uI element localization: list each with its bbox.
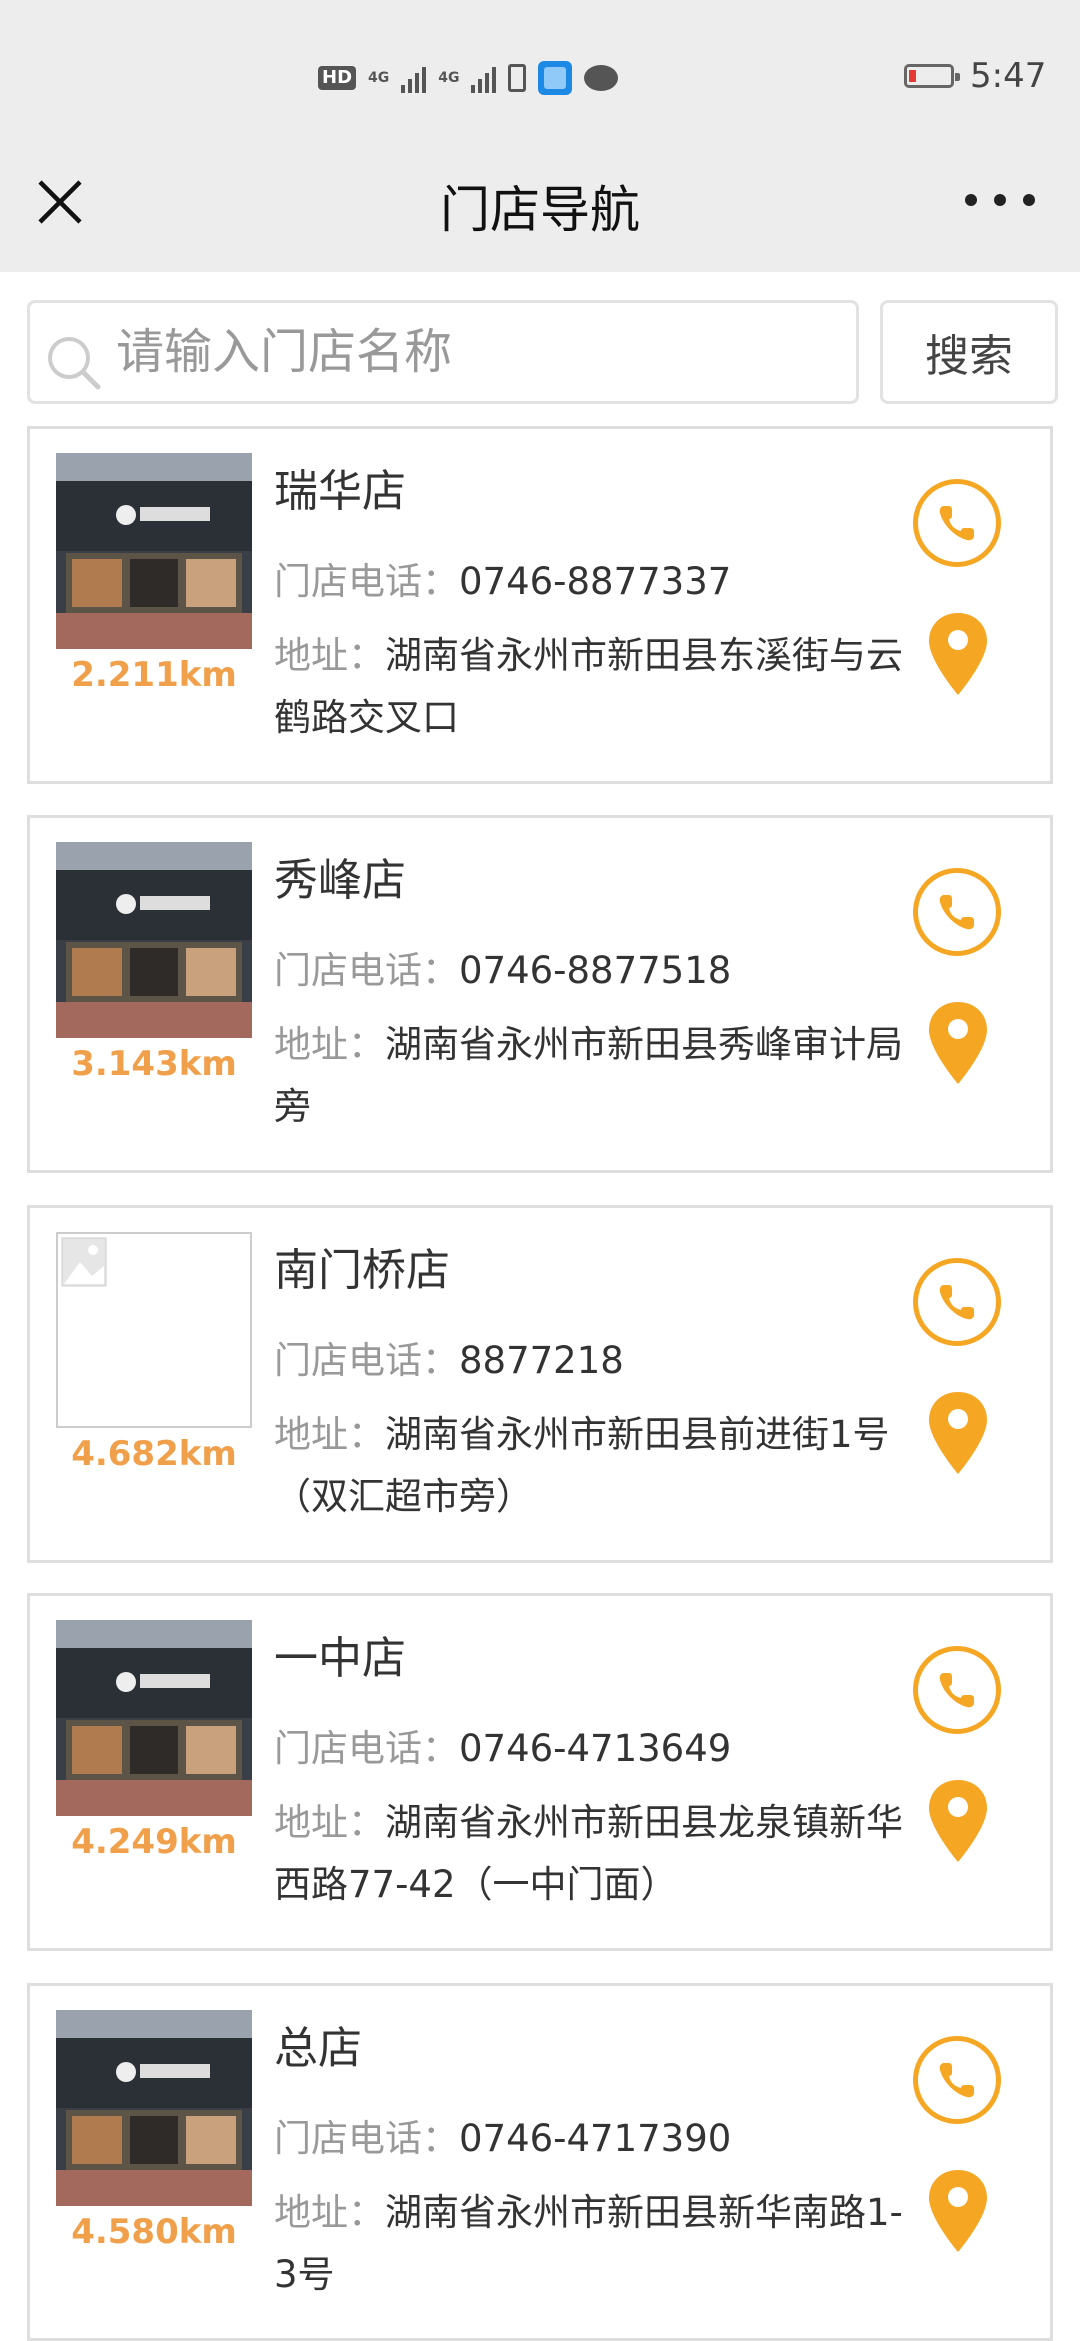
call-button[interactable] <box>913 1258 1001 1346</box>
store-distance: 3.143km <box>71 1044 237 1084</box>
search-input[interactable] <box>116 303 836 401</box>
address-label: 地址： <box>274 1801 385 1844</box>
store-phone-line: 门店电话：0746-4713649 <box>274 1718 731 1772</box>
clock: 5:47 <box>970 56 1047 96</box>
store-card[interactable]: 2.211km 瑞华店 门店电话：0746-8877337 地址：湖南省永州市新… <box>27 426 1053 784</box>
store-address-line: 地址：湖南省永州市新田县秀峰审计局旁 <box>274 1014 924 1138</box>
hd-badge: HD <box>318 66 357 90</box>
store-phone: 0746-8877518 <box>459 949 732 992</box>
navigate-button[interactable] <box>926 2168 990 2254</box>
dot-icon <box>965 194 977 206</box>
app-notification-icon <box>538 61 573 95</box>
store-photo <box>56 1620 252 1816</box>
call-button[interactable] <box>913 479 1001 567</box>
store-name: 秀峰店 <box>274 855 406 906</box>
network-type-1: 4G <box>368 70 390 86</box>
store-card[interactable]: 4.580km 总店 门店电话：0746-4717390 地址：湖南省永州市新田… <box>27 1983 1053 2341</box>
call-button[interactable] <box>913 1646 1001 1734</box>
address-label: 地址： <box>274 1023 385 1066</box>
store-card[interactable]: 4.682km 南门桥店 门店电话：8877218 地址：湖南省永州市新田县前进… <box>27 1205 1053 1563</box>
phone-icon <box>939 1673 974 1708</box>
store-address-line: 地址：湖南省永州市新田县龙泉镇新华西路77-42（一中门面） <box>274 1792 924 1916</box>
status-bar: HD 4G 4G 5:47 <box>0 0 1080 150</box>
store-distance: 4.580km <box>71 2212 237 2252</box>
address-label: 地址： <box>274 634 385 677</box>
signal-icon-2 <box>471 63 497 93</box>
store-thumbnail <box>56 842 252 1038</box>
location-pin-icon <box>929 1780 987 1862</box>
navigate-button[interactable] <box>926 611 990 697</box>
store-thumbnail <box>56 2010 252 2206</box>
signal-icon <box>401 63 427 93</box>
image-placeholder-icon <box>56 1232 252 1428</box>
store-address-line: 地址：湖南省永州市新田县新华南路1-3号 <box>274 2182 924 2306</box>
navigate-button[interactable] <box>926 1778 990 1864</box>
store-card[interactable]: 3.143km 秀峰店 门店电话：0746-8877518 地址：湖南省永州市新… <box>27 815 1053 1173</box>
more-menu-button[interactable] <box>965 175 1035 225</box>
search-box <box>27 300 859 404</box>
store-address-line: 地址：湖南省永州市新田县东溪街与云鹤路交叉口 <box>274 625 924 749</box>
phone-label: 门店电话： <box>274 560 459 603</box>
status-icons: HD 4G 4G <box>318 58 619 98</box>
call-button[interactable] <box>913 2036 1001 2124</box>
search-icon <box>48 337 101 390</box>
call-button[interactable] <box>913 868 1001 956</box>
phone-icon <box>939 1285 974 1320</box>
store-distance: 4.249km <box>71 1822 237 1862</box>
location-pin-icon <box>929 2170 987 2252</box>
store-card[interactable]: 4.249km 一中店 门店电话：0746-4713649 地址：湖南省永州市新… <box>27 1593 1053 1951</box>
store-phone-line: 门店电话：0746-4717390 <box>274 2108 731 2162</box>
store-thumbnail <box>56 1232 252 1428</box>
store-name: 一中店 <box>274 1633 406 1684</box>
page-title: 门店导航 <box>440 181 640 239</box>
phone-label: 门店电话： <box>274 1339 459 1382</box>
store-thumbnail <box>56 453 252 649</box>
store-thumbnail <box>56 1620 252 1816</box>
search-button[interactable]: 搜索 <box>880 300 1058 404</box>
store-photo <box>56 842 252 1038</box>
location-pin-icon <box>929 1392 987 1474</box>
dot-icon <box>1023 194 1035 206</box>
navigate-button[interactable] <box>926 1000 990 1086</box>
store-name: 总店 <box>274 2023 362 2074</box>
store-distance: 2.211km <box>71 655 237 695</box>
phone-icon <box>939 895 974 930</box>
phone-label: 门店电话： <box>274 2117 459 2160</box>
battery-icon <box>904 64 960 88</box>
store-phone-line: 门店电话：0746-8877518 <box>274 940 731 994</box>
chat-notification-icon <box>584 65 619 91</box>
address-label: 地址： <box>274 2191 385 2234</box>
navigate-button[interactable] <box>926 1390 990 1476</box>
location-pin-icon <box>929 1002 987 1084</box>
top-area: HD 4G 4G 5:47 门店导航 <box>0 0 1080 272</box>
store-photo <box>56 453 252 649</box>
store-photo <box>56 2010 252 2206</box>
phone-icon <box>939 2063 974 2098</box>
phone-label: 门店电话： <box>274 949 459 992</box>
store-phone-line: 门店电话：0746-8877337 <box>274 551 731 605</box>
store-phone: 0746-4717390 <box>459 2117 732 2160</box>
dot-icon <box>994 194 1006 206</box>
store-name: 南门桥店 <box>274 1245 450 1296</box>
store-phone: 8877218 <box>459 1339 624 1382</box>
store-phone-line: 门店电话：8877218 <box>274 1330 624 1384</box>
nav-bar: 门店导航 <box>0 150 1080 272</box>
location-pin-icon <box>929 613 987 695</box>
address-label: 地址： <box>274 1413 385 1456</box>
network-type-2: 4G <box>438 70 460 86</box>
store-phone: 0746-4713649 <box>459 1727 732 1770</box>
phone-label: 门店电话： <box>274 1727 459 1770</box>
store-distance: 4.682km <box>71 1434 237 1474</box>
store-phone: 0746-8877337 <box>459 560 732 603</box>
store-address-line: 地址：湖南省永州市新田县前进街1号（双汇超市旁） <box>274 1404 924 1528</box>
store-name: 瑞华店 <box>274 466 406 517</box>
phone-status-icon <box>508 64 527 92</box>
phone-icon <box>939 506 974 541</box>
